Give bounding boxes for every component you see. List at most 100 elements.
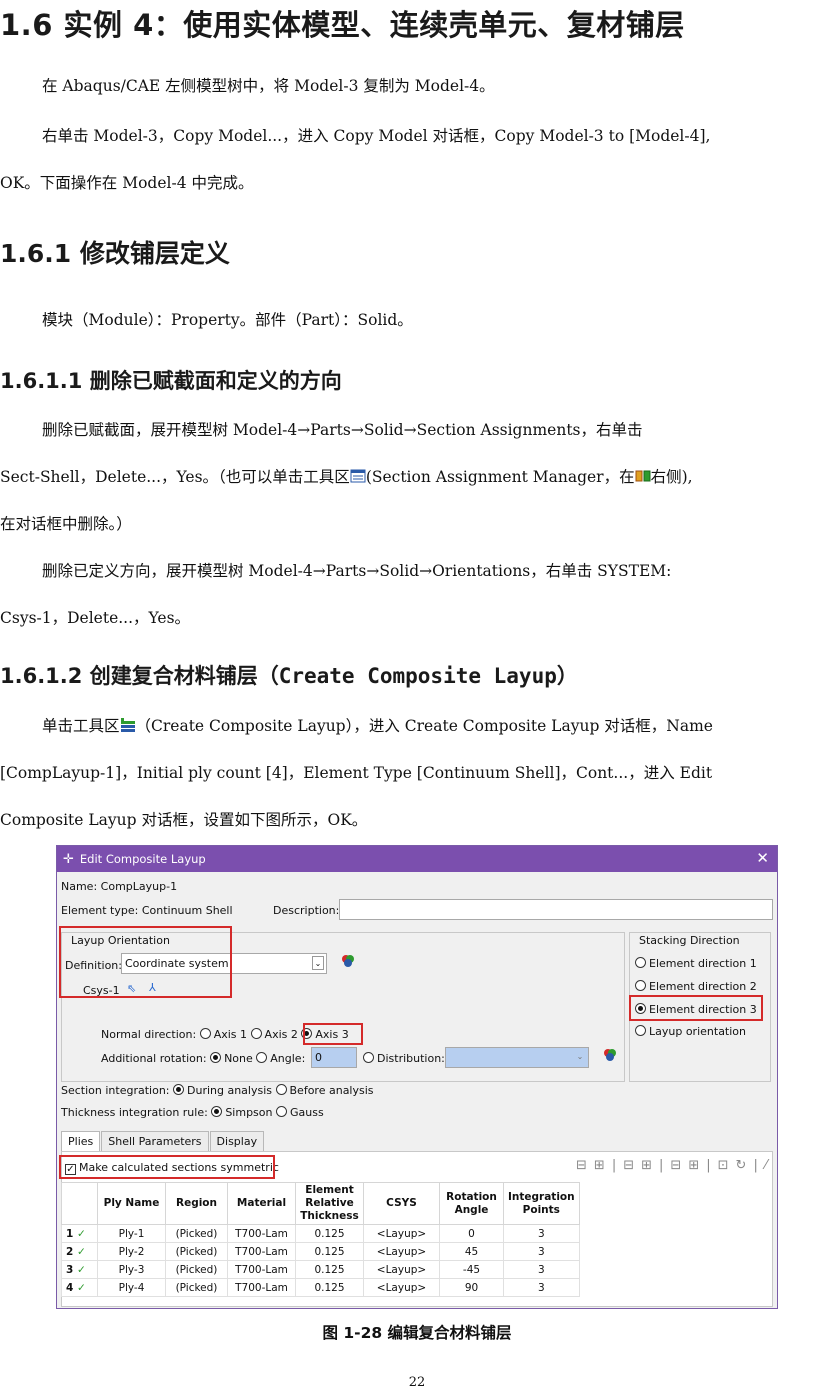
tab-shell-parameters[interactable]: Shell Parameters [101, 1131, 209, 1151]
section-heading-1-6-1-2: 1.6.1.2 创建复合材料铺层（Create Composite Layup） [0, 660, 578, 690]
rotation-none-radio[interactable]: None [210, 1052, 253, 1065]
stacking-dir2-radio[interactable]: Element direction 2 [635, 980, 757, 993]
insert-before-icon[interactable]: ⊟ [576, 1158, 587, 1173]
during-analysis-radio[interactable]: During analysis [173, 1084, 272, 1097]
table-row[interactable]: 4 ✓ Ply-4 (Picked) T700-Lam 0.125 <Layup… [61, 1278, 580, 1297]
before-analysis-radio[interactable]: Before analysis [275, 1084, 374, 1097]
table-row[interactable]: 2 ✓ Ply-2 (Picked) T700-Lam 0.125 <Layup… [61, 1242, 580, 1261]
highlight-box-stacking [629, 995, 763, 1021]
header-thickness: Element Relative Thickness [295, 1182, 364, 1225]
cell-csys[interactable]: <Layup> [363, 1242, 440, 1261]
highlight-box-orientation [59, 926, 232, 998]
paragraph-delete-section-cont: Sect-Shell，Delete...，Yes。（也可以单击工具区 (Secti… [0, 468, 834, 486]
color-wheel-icon[interactable] [341, 954, 355, 971]
cell-rotation-angle[interactable]: 0 [439, 1224, 504, 1243]
cell-region[interactable]: (Picked) [165, 1260, 228, 1279]
add-row-after-icon[interactable]: ⊞ [641, 1158, 652, 1173]
text-segment: Sect-Shell，Delete...，Yes。（也可以单击工具区 [0, 468, 350, 486]
cell-thickness[interactable]: 0.125 [295, 1242, 364, 1261]
header-rotation-angle: Rotation Angle [439, 1182, 504, 1225]
section-heading-1-6-1-1: 1.6.1.1 删除已赋截面和定义的方向 [0, 369, 342, 393]
read-from-file-icon[interactable]: ⊡ [718, 1158, 729, 1173]
cell-ply-name[interactable]: Ply-4 [97, 1278, 166, 1297]
cell-rotation-angle[interactable]: 45 [439, 1242, 504, 1261]
cell-thickness[interactable]: 0.125 [295, 1278, 364, 1297]
insert-after-icon[interactable]: ⊞ [594, 1158, 605, 1173]
axis1-radio[interactable]: Axis 1 [199, 1028, 247, 1041]
cell-ply-name[interactable]: Ply-3 [97, 1260, 166, 1279]
stacking-layup-radio[interactable]: Layup orientation [635, 1025, 746, 1038]
paragraph-delete-section-end: 在对话框中删除。） [0, 515, 132, 533]
cell-ply-name[interactable]: Ply-1 [97, 1224, 166, 1243]
close-icon[interactable]: ✕ [756, 849, 769, 867]
axis2-radio[interactable]: Axis 2 [250, 1028, 298, 1041]
paragraph-delete-section: 删除已赋截面，展开模型树 Model-4→Parts→Solid→Section… [42, 421, 643, 439]
distribution-select[interactable]: ⌄ [445, 1047, 589, 1068]
page-number: 22 [408, 1375, 426, 1390]
table-row[interactable]: 3 ✓ Ply-3 (Picked) T700-Lam 0.125 <Layup… [61, 1260, 580, 1279]
cell-region[interactable]: (Picked) [165, 1242, 228, 1261]
additional-rotation-row: Additional rotation: None Angle: [101, 1052, 305, 1065]
cell-material[interactable]: T700-Lam [227, 1242, 296, 1261]
tab-plies[interactable]: Plies [61, 1131, 101, 1151]
additional-rotation-label: Additional rotation: [101, 1052, 207, 1065]
description-input[interactable] [339, 899, 773, 920]
rotate-icon[interactable]: ↻ [736, 1158, 747, 1173]
toolbar-divider: | [753, 1158, 758, 1173]
angle-input[interactable]: 0 [311, 1047, 357, 1068]
row-index: 2 ✓ [61, 1242, 98, 1261]
gauss-radio[interactable]: Gauss [275, 1106, 324, 1119]
paragraph-create-layup: 单击工具区 （Create Composite Layup），进入 Create … [0, 717, 834, 735]
cell-csys[interactable]: <Layup> [363, 1278, 440, 1297]
chevron-down-icon[interactable]: ⌄ [574, 1050, 586, 1064]
cell-thickness[interactable]: 0.125 [295, 1260, 364, 1279]
heading-suffix: ） [556, 664, 578, 688]
rotation-angle-radio[interactable]: Angle: [256, 1052, 305, 1065]
stacking-dir1-radio[interactable]: Element direction 1 [635, 957, 757, 970]
gauss-label: Gauss [289, 1106, 324, 1119]
cell-csys[interactable]: <Layup> [363, 1260, 440, 1279]
tab-display[interactable]: Display [209, 1131, 265, 1151]
cell-rotation-angle[interactable]: -45 [439, 1260, 504, 1279]
simpson-radio[interactable]: Simpson [211, 1106, 272, 1119]
cell-integration-points[interactable]: 3 [503, 1242, 580, 1261]
toolbar-divider: | [659, 1158, 664, 1173]
header-csys: CSYS [363, 1182, 440, 1225]
none-label: None [224, 1052, 253, 1065]
cell-region[interactable]: (Picked) [165, 1278, 228, 1297]
cell-integration-points[interactable]: 3 [503, 1278, 580, 1297]
check-icon[interactable]: ✓ [77, 1264, 86, 1276]
thickness-rule-row: Thickness integration rule: Simpson Gaus… [61, 1106, 324, 1119]
cell-region[interactable]: (Picked) [165, 1224, 228, 1243]
cell-rotation-angle[interactable]: 90 [439, 1278, 504, 1297]
section-integration-label: Section integration: [61, 1084, 170, 1097]
distribution-radio[interactable]: Distribution: [363, 1052, 445, 1065]
clear-icon[interactable]: ⁄ [765, 1158, 767, 1173]
copy-row-icon[interactable]: ⊟ [670, 1158, 681, 1173]
cell-integration-points[interactable]: 3 [503, 1260, 580, 1279]
stacking-layup-label: Layup orientation [649, 1025, 747, 1038]
dialog-title: Edit Composite Layup [79, 852, 206, 866]
cell-integration-points[interactable]: 3 [503, 1224, 580, 1243]
cell-csys[interactable]: <Layup> [363, 1224, 440, 1243]
cell-material[interactable]: T700-Lam [227, 1278, 296, 1297]
cell-material[interactable]: T700-Lam [227, 1260, 296, 1279]
cell-thickness[interactable]: 0.125 [295, 1224, 364, 1243]
element-type-label: Element type: [61, 904, 139, 917]
dialog-tabs: Plies Shell Parameters Display [61, 1131, 265, 1151]
check-icon[interactable]: ✓ [77, 1246, 86, 1258]
assign-section-icon [635, 468, 651, 484]
chevron-down-icon[interactable]: ⌄ [312, 956, 324, 970]
add-row-before-icon[interactable]: ⊟ [623, 1158, 634, 1173]
check-icon[interactable]: ✓ [77, 1228, 86, 1240]
dialog-titlebar: ✛ Edit Composite Layup ✕ [57, 846, 777, 872]
cell-ply-name[interactable]: Ply-2 [97, 1242, 166, 1261]
paste-row-icon[interactable]: ⊞ [688, 1158, 699, 1173]
check-icon[interactable]: ✓ [77, 1282, 86, 1294]
axis2-label: Axis 2 [264, 1028, 298, 1041]
toolbar-divider: | [706, 1158, 711, 1173]
color-wheel-icon[interactable] [603, 1048, 617, 1065]
cell-material[interactable]: T700-Lam [227, 1224, 296, 1243]
table-row[interactable]: 1 ✓ Ply-1 (Picked) T700-Lam 0.125 <Layup… [61, 1224, 580, 1243]
paragraph-copy-model-steps: 右单击 Model-3，Copy Model...，进入 Copy Model … [42, 127, 711, 145]
